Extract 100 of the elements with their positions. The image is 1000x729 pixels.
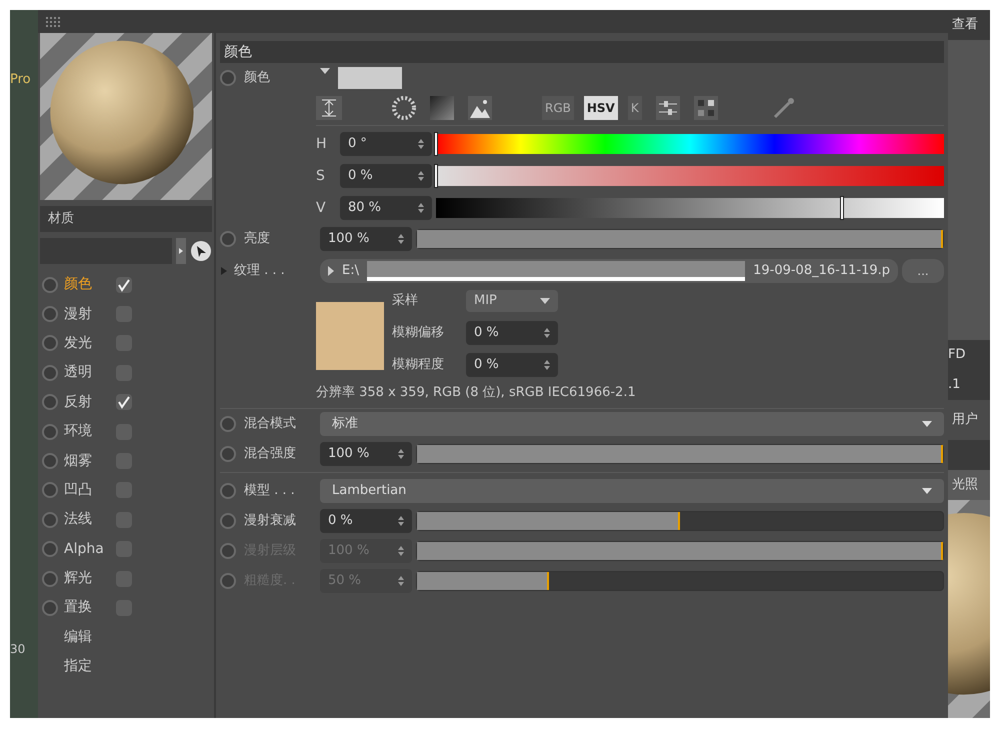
eyedropper-icon[interactable] [772,96,796,120]
stepper-arrows-icon [418,170,424,182]
number-field[interactable]: 0 % [320,509,412,533]
browse-button[interactable]: ... [902,259,944,283]
field-label: 亮度 [244,230,270,248]
channel-item[interactable]: 反射 [64,392,110,413]
check-icon [117,395,131,410]
channel-item[interactable]: 透明 [64,362,110,384]
section-header: 颜色 [220,41,944,63]
keyframe-ring-icon[interactable] [220,416,236,432]
keyframe-ring-icon[interactable] [42,364,58,381]
keyframe-ring-icon[interactable] [42,394,58,410]
channel-item[interactable]: 凹凸 [64,480,110,501]
channel-letter: V [316,198,327,218]
stepper-arrows-icon [398,515,404,527]
slider-thumb[interactable] [434,164,438,188]
panel-tab[interactable]: 光照 [948,470,990,500]
keyframe-ring-icon[interactable] [42,512,58,528]
resolution-text: 分辨率 358 x 359, RGB (8 位), sRGB IEC61966-2.1 [315,384,637,402]
panel-tab[interactable]: 用户 [948,400,990,440]
name-field[interactable]: 材质 [40,206,212,232]
stepper-arrows-icon [398,545,404,557]
field-label: 漫射衰减 [244,512,296,530]
pointer-icon[interactable] [190,240,212,262]
arrow-icon [328,266,334,276]
number-field[interactable]: 0 % [340,164,432,188]
frame-number: 30 [10,641,26,658]
swap-icon[interactable] [316,96,342,120]
keyframe-ring-icon[interactable] [42,276,58,293]
field-label: 模糊程度 [392,356,445,374]
number-field[interactable]: 100 % [320,442,412,466]
number-field[interactable]: 0 ° [340,132,432,156]
keyframe-ring-icon[interactable] [220,70,236,86]
channel-item[interactable]: Alpha [64,538,110,560]
sliders-icon[interactable] [656,96,680,120]
keyframe-ring-icon[interactable] [42,541,58,558]
stepper-arrows-icon [398,233,404,245]
color-wheel-icon[interactable] [392,96,416,120]
slider-track[interactable] [416,511,944,531]
dropdown[interactable]: 标准 [320,412,944,436]
menu-label[interactable]: 查看 [948,10,990,40]
stepper-arrows-icon [398,448,404,460]
check-icon [117,278,131,292]
field-label: 模型 . . . [244,482,295,500]
field-label: 纹理 . . . [234,262,285,280]
image-icon[interactable] [468,96,492,120]
channel-item[interactable]: 指定 [64,656,110,678]
number-field[interactable]: 80 % [340,196,432,220]
keyframe-ring-icon[interactable] [42,453,58,470]
channel-item[interactable]: 发光 [64,332,110,354]
mode-tab[interactable]: HSV [584,96,618,120]
keyframe-ring-icon[interactable] [42,600,58,616]
keyframe-ring-icon[interactable] [220,513,236,529]
channel-item[interactable]: 环境 [64,421,110,442]
checkbox[interactable] [116,276,132,293]
number-field[interactable]: 0 % [466,353,558,377]
gradient-icon[interactable] [430,96,454,120]
stepper-arrows-icon [418,138,424,150]
keyframe-ring-icon[interactable] [42,335,58,352]
stepper-arrows-icon [544,327,550,339]
keyframe-ring-icon[interactable] [42,482,58,498]
channel-item[interactable]: 编辑 [64,626,110,648]
checkbox[interactable] [116,394,132,410]
stepper-arrows-icon [544,359,550,371]
channel-item[interactable]: 法线 [64,509,110,530]
mode-tab[interactable]: K [628,96,642,120]
keyframe-ring-icon[interactable] [42,570,58,587]
number-field[interactable]: 100 % [320,227,412,251]
dropdown[interactable]: MIP [466,290,558,312]
swatches-icon[interactable] [694,96,718,120]
dropdown[interactable]: Lambertian [320,479,944,503]
channel-item[interactable]: 置换 [64,597,110,618]
list-text: FD [948,346,966,364]
channel-letter: S [316,166,326,186]
color-swatch[interactable] [338,67,402,89]
field-label: 颜色 [244,69,270,88]
list-text: .1 [948,376,962,394]
dropdown-caret-icon[interactable] [320,68,330,76]
stepper-arrows-icon [398,575,404,587]
keyframe-ring-icon[interactable] [42,424,58,440]
number-field[interactable]: 0 % [466,321,558,345]
field-label: 混合模式 [244,415,296,434]
grip-icon [46,16,62,26]
texture-thumbnail [316,302,384,370]
slider-thumb[interactable] [434,132,438,156]
field-label: 混合强度 [244,445,296,464]
keyframe-ring-icon[interactable] [220,446,236,462]
mode-tab[interactable]: RGB [542,96,574,120]
file-path-field[interactable]: E:\ 19-09-08_16-11-19.p [320,259,898,283]
field-label: 模糊偏移 [392,324,445,342]
channel-item[interactable]: 漫射 [64,304,110,325]
slider-thumb[interactable] [840,196,844,220]
channel-item[interactable]: 辉光 [64,568,110,590]
keyframe-ring-icon[interactable] [42,306,58,322]
channel-letter: H [316,134,328,154]
expand-arrow-icon[interactable] [220,266,228,276]
keyframe-ring-icon[interactable] [220,231,236,247]
channel-item[interactable]: 烟雾 [64,450,110,472]
channel-item[interactable]: 颜色 [64,274,110,296]
keyframe-ring-icon[interactable] [220,483,236,499]
